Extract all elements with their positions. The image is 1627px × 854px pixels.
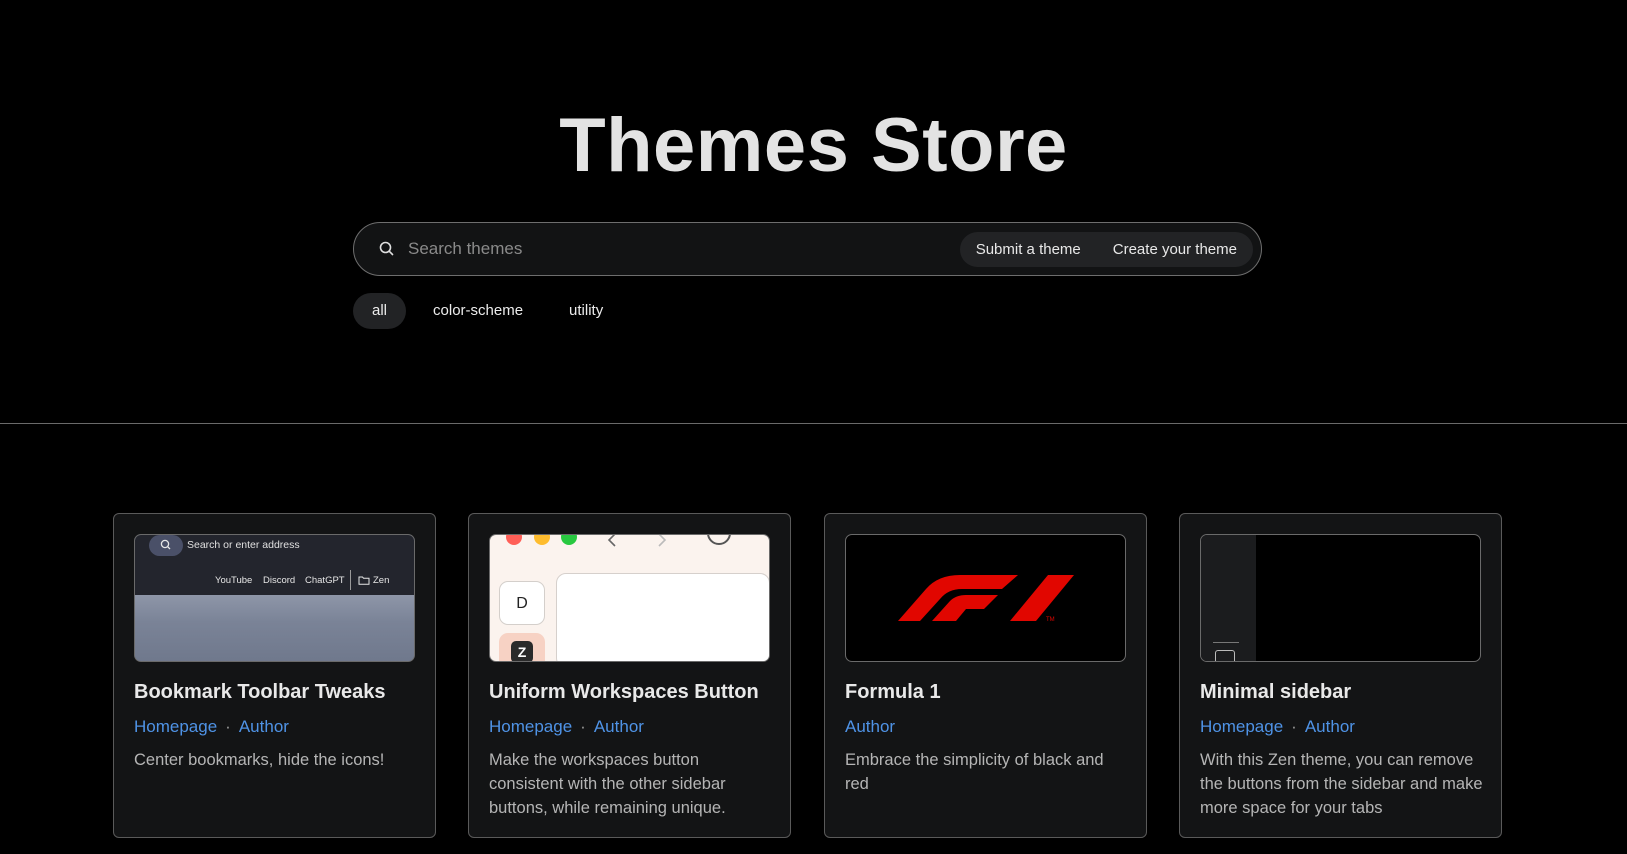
separator-dot: ·: [580, 717, 586, 736]
close-dot-icon: [506, 535, 522, 545]
page-title: Themes Store: [559, 103, 1068, 188]
maximize-dot-icon: [561, 535, 577, 545]
url-placeholder: Search or enter address: [187, 539, 300, 551]
sidebar-toggle-icon: [1215, 650, 1235, 661]
create-theme-button[interactable]: Create your theme: [1113, 241, 1237, 258]
theme-description: Center bookmarks, hide the icons!: [134, 751, 385, 769]
theme-card-minimal-sidebar[interactable]: Minimal sidebar Homepage · Author With thi…: [1179, 513, 1502, 838]
theme-title: Formula 1: [845, 681, 941, 703]
search-bar: Submit a theme Create your theme: [353, 222, 1262, 276]
trademark-mark: TM: [1046, 617, 1055, 623]
theme-links: Homepage · Author: [489, 717, 644, 737]
bookmark-item: YouTube: [215, 575, 253, 586]
search-icon: [149, 535, 183, 556]
divider: [350, 570, 351, 590]
background-image: [135, 595, 414, 661]
folder-icon: [358, 576, 370, 585]
theme-preview-image: Search or enter address YouTube Discord …: [134, 534, 415, 662]
theme-description: Embrace the simplicity of black and red: [845, 751, 1104, 793]
reload-icon: [707, 535, 731, 545]
author-link[interactable]: Author: [239, 717, 289, 736]
forward-arrow-icon: [658, 535, 667, 547]
bookmark-item: ChatGPT: [305, 575, 345, 586]
homepage-link[interactable]: Homepage: [1200, 717, 1283, 736]
homepage-link[interactable]: Homepage: [134, 717, 217, 736]
homepage-link[interactable]: Homepage: [489, 717, 572, 736]
search-icon: [379, 241, 394, 256]
workspace-button: D: [499, 581, 545, 625]
minimize-dot-icon: [534, 535, 550, 545]
filter-all[interactable]: all: [353, 293, 407, 329]
filter-color-scheme[interactable]: color-scheme: [414, 293, 542, 329]
theme-card-formula-1[interactable]: TM Formula 1 Author Embrace the simplici…: [824, 513, 1147, 838]
theme-description: With this Zen theme, you can remove the …: [1200, 751, 1483, 817]
theme-links: Homepage · Author: [1200, 717, 1355, 737]
theme-card-uniform-workspaces-button[interactable]: D Z Uniform Workspaces Button Homepage · A…: [468, 513, 791, 838]
theme-links: Author: [845, 717, 895, 737]
workspace-button-active: Z: [499, 633, 545, 661]
theme-title: Uniform Workspaces Button: [489, 681, 759, 703]
author-link[interactable]: Author: [845, 717, 895, 736]
theme-preview-image: [1200, 534, 1481, 662]
theme-preview-image: D Z: [489, 534, 770, 662]
theme-links: Homepage · Author: [134, 717, 289, 737]
search-input[interactable]: [408, 233, 908, 265]
hero-section: Themes Store Submit a theme Create your …: [0, 0, 1627, 424]
theme-description: Make the workspaces button consistent wi…: [489, 751, 726, 817]
divider: [1213, 642, 1239, 643]
separator-dot: ·: [1291, 717, 1297, 736]
filter-tabs: all color-scheme utility: [353, 293, 622, 329]
separator-dot: ·: [225, 717, 231, 736]
author-link[interactable]: Author: [594, 717, 644, 736]
bookmark-folder: Zen: [373, 575, 390, 586]
bookmark-item: Discord: [263, 575, 296, 586]
zen-logo-icon: Z: [511, 641, 533, 661]
theme-preview-image: TM: [845, 534, 1126, 662]
author-link[interactable]: Author: [1305, 717, 1355, 736]
action-buttons: Submit a theme Create your theme: [959, 232, 1253, 267]
theme-title: Bookmark Toolbar Tweaks: [134, 681, 386, 703]
theme-card-bookmark-toolbar-tweaks[interactable]: Search or enter address YouTube Discord …: [113, 513, 436, 838]
submit-theme-button[interactable]: Submit a theme: [976, 241, 1081, 258]
filter-utility[interactable]: utility: [550, 293, 622, 329]
theme-title: Minimal sidebar: [1200, 681, 1352, 703]
back-arrow-icon: [607, 535, 616, 547]
content-panel: [556, 573, 769, 661]
f1-logo-icon: TM: [898, 575, 1074, 623]
